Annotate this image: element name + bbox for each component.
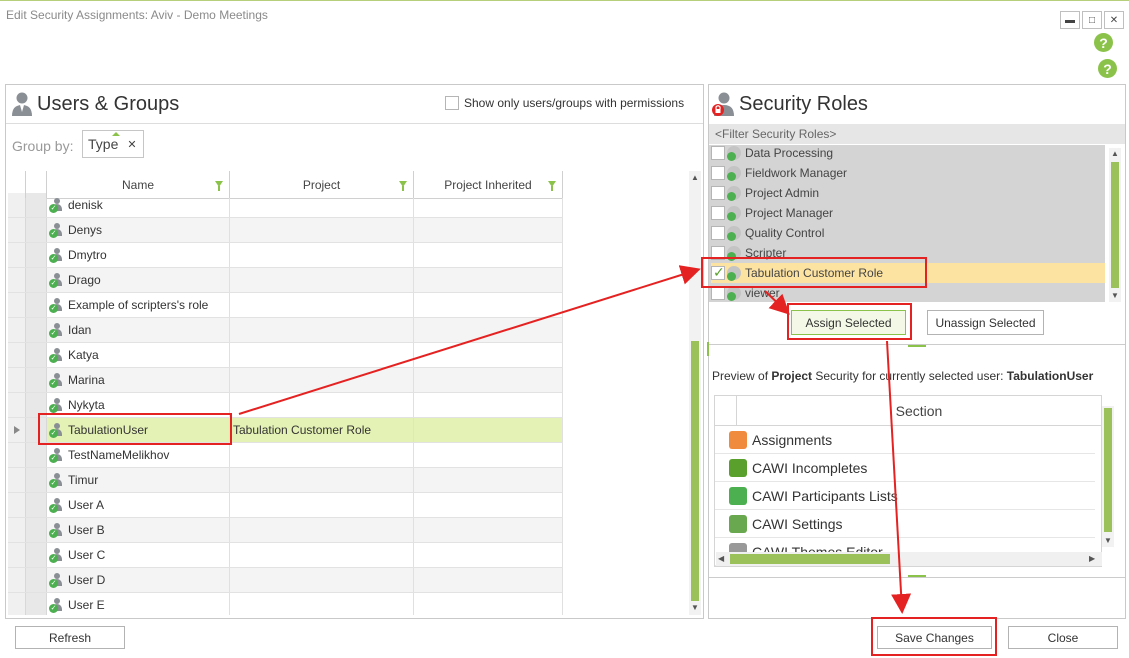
annotation-arrows bbox=[238, 265, 912, 614]
arrow-assign-to-save bbox=[886, 340, 912, 614]
arrow-user-to-role bbox=[238, 265, 701, 415]
arrow-role-to-assign bbox=[764, 290, 790, 315]
